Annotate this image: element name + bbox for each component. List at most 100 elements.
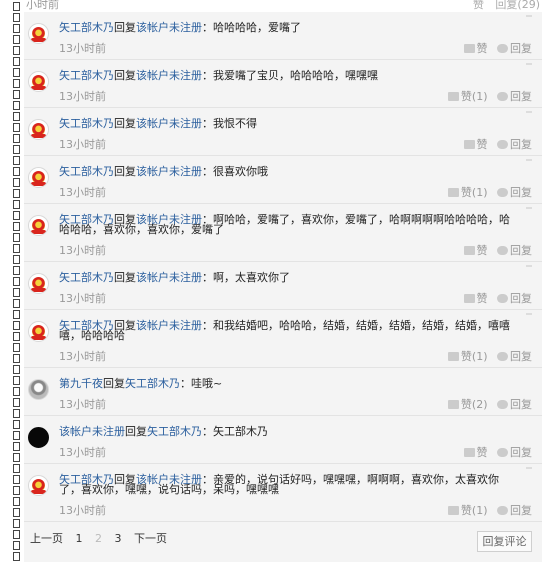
reply-button[interactable]: 回复 [497,504,532,517]
missing-glyph-box [13,266,20,275]
missing-glyph-box [13,365,20,374]
target-link[interactable]: 该帐户未注册 [136,21,202,34]
target-link[interactable]: 矢工部木乃 [125,377,180,390]
comment-body: 哇哦~ [191,377,223,390]
author-link[interactable]: 矢工部木乃 [59,117,114,130]
emblem-avatar[interactable] [28,215,49,236]
reply-comment-button[interactable]: 回复评论 [477,531,532,552]
thumbs-up-icon [463,294,475,303]
comment-menu-icon[interactable] [526,313,532,315]
reply-button[interactable]: 回复 [497,350,532,363]
comment-actions: 赞 回复 [463,444,532,460]
emblem-avatar[interactable] [28,273,49,294]
emblem-avatar[interactable] [28,321,49,342]
like-button[interactable]: 赞 [463,446,488,459]
missing-glyph-box [13,200,20,209]
comment-menu-icon[interactable] [526,111,532,113]
like-button[interactable]: 赞 [463,42,488,55]
reply-word: 回复 [114,271,136,284]
like-button[interactable]: 赞(1) [447,90,488,103]
top-reply-button[interactable]: 回复(29) [495,0,540,11]
author-link[interactable]: 矢工部木乃 [59,165,114,178]
like-label: 赞(1) [460,504,488,517]
emblem-avatar[interactable] [28,167,49,188]
top-like-button[interactable]: 赞 [473,0,484,11]
comment-menu-icon[interactable] [526,15,532,17]
missing-glyph-box [13,211,20,220]
comment-menu-icon[interactable] [526,159,532,161]
comment-item: 矢工部木乃回复该帐户未注册：和我结婚吧，哈哈哈，结婚，结婚，结婚，结婚，结婚，嘻… [24,310,542,368]
comment-actions: 赞 回复 [463,290,532,306]
top-actions: 赞 回复(29) [465,0,540,12]
author-link[interactable]: 矢工部木乃 [59,69,114,82]
user-avatar[interactable] [28,379,49,400]
comment-menu-icon[interactable] [526,265,532,267]
emblem-avatar[interactable] [28,119,49,140]
author-link[interactable]: 该帐户未注册 [59,425,125,438]
comment-text: 矢工部木乃回复该帐户未注册：我恨不得 [59,117,516,130]
reply-label: 回复 [510,42,532,55]
default-avatar[interactable] [28,427,49,448]
missing-glyph-box [13,464,20,473]
like-button[interactable]: 赞 [463,244,488,257]
thumbs-up-icon [447,506,459,515]
missing-glyph-box [13,255,20,264]
next-page-link[interactable]: 下一页 [134,532,167,545]
speech-bubble-icon [497,246,508,255]
target-link[interactable]: 该帐户未注册 [136,271,202,284]
missing-glyph-box [13,24,20,33]
thumbs-up-icon [447,400,459,409]
reply-label: 回复 [510,244,532,257]
reply-button[interactable]: 回复 [497,42,532,55]
author-link[interactable]: 矢工部木乃 [59,21,114,34]
reply-button[interactable]: 回复 [497,90,532,103]
reply-button[interactable]: 回复 [497,186,532,199]
author-link[interactable]: 矢工部木乃 [59,271,114,284]
reply-button[interactable]: 回复 [497,138,532,151]
target-link[interactable]: 矢工部木乃 [147,425,202,438]
missing-glyph-box [13,541,20,550]
target-link[interactable]: 该帐户未注册 [136,69,202,82]
emblem-avatar[interactable] [28,71,49,92]
missing-glyph-box [13,189,20,198]
reply-button[interactable]: 回复 [497,398,532,411]
reply-word: 回复 [114,69,136,82]
like-button[interactable]: 赞 [463,138,488,151]
reply-button[interactable]: 回复 [497,244,532,257]
comment-time: 13小时前 [59,398,106,411]
target-link[interactable]: 该帐户未注册 [136,165,202,178]
like-button[interactable]: 赞(2) [447,398,488,411]
comment-menu-icon[interactable] [526,207,532,209]
prev-page-link[interactable]: 上一页 [30,532,63,545]
reply-button[interactable]: 回复 [497,292,532,305]
target-link[interactable]: 该帐户未注册 [136,117,202,130]
like-button[interactable]: 赞 [463,292,488,305]
author-link[interactable]: 第九千夜 [59,377,103,390]
separator: ： [180,377,191,390]
comment-actions: 赞(1) 回复 [447,348,532,364]
top-time: 小时前 [26,0,59,11]
page-link-1[interactable]: 1 [76,532,83,545]
reply-word: 回复 [125,425,147,438]
like-button[interactable]: 赞(1) [447,186,488,199]
missing-glyph-box [13,79,20,88]
like-button[interactable]: 赞(1) [447,504,488,517]
comment-menu-icon[interactable] [526,63,532,65]
comment-menu-icon[interactable] [526,467,532,469]
reply-button[interactable]: 回复 [497,446,532,459]
missing-glyph-box [13,35,20,44]
emblem-avatar[interactable] [28,23,49,44]
reply-label: 回复 [510,504,532,517]
missing-glyph-box [13,519,20,528]
comment-item: 矢工部木乃回复该帐户未注册：很喜欢你哦 13小时前 赞(1) 回复 [24,156,542,204]
missing-glyph-box [13,475,20,484]
comment-body: 哈哈哈哈，爱嘴了 [213,21,301,34]
missing-glyph-box [13,46,20,55]
missing-glyph-box [13,497,20,506]
comment-item: 矢工部木乃回复该帐户未注册：啊哈哈，爱嘴了，喜欢你，爱嘴了，哈啊啊啊啊哈哈哈哈，… [24,204,542,262]
target-link[interactable]: 该帐户未注册 [136,319,202,332]
emblem-avatar[interactable] [28,475,49,496]
page-link-3[interactable]: 3 [115,532,122,545]
missing-glyph-box [13,431,20,440]
like-button[interactable]: 赞(1) [447,350,488,363]
